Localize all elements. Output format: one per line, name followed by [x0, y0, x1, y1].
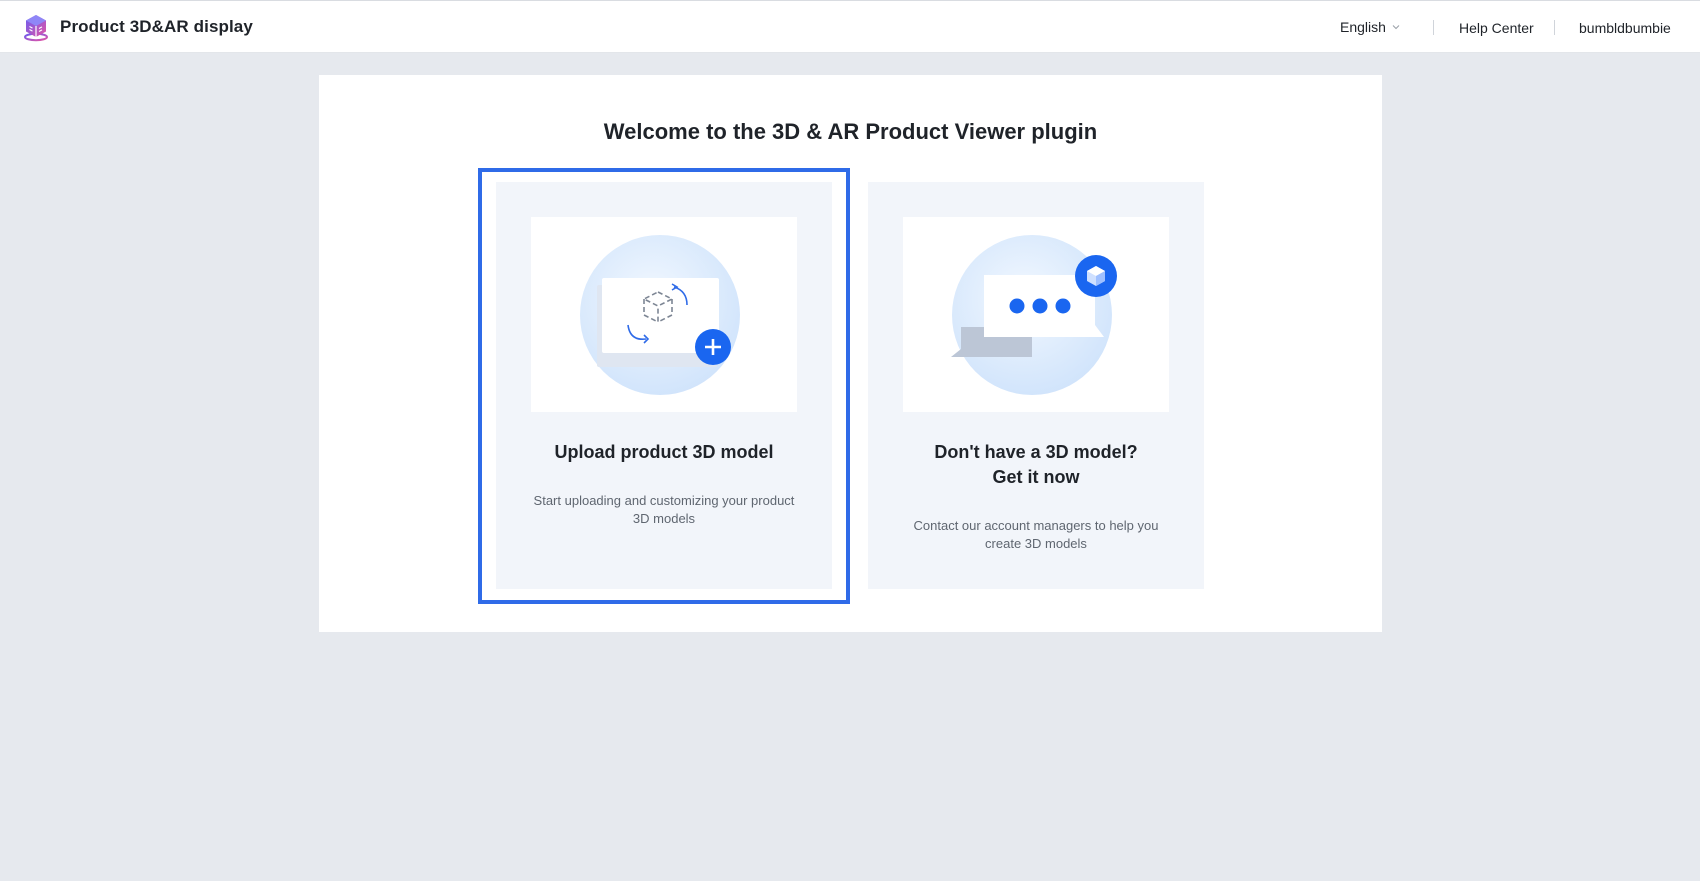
- get-3d-model-card[interactable]: Don't have a 3D model? Get it now Contac…: [868, 182, 1204, 589]
- chat-3d-model-illustration: [903, 217, 1169, 412]
- page-title: Welcome to the 3D & AR Product Viewer pl…: [603, 119, 1098, 144]
- app-title: Product 3D&AR display: [60, 17, 253, 36]
- language-label: English: [1340, 19, 1386, 35]
- cube-logo-icon: [24, 15, 48, 42]
- help-center-link[interactable]: Help Center: [1459, 20, 1534, 36]
- get-model-card-description: Contact our account managers to help you…: [913, 518, 1159, 551]
- get-model-title-line2: Get it now: [992, 467, 1080, 487]
- divider: [1554, 20, 1555, 35]
- top-bar: Product 3D&AR display English Help Cente…: [0, 0, 1700, 53]
- upload-3d-model-illustration: [531, 217, 797, 412]
- welcome-panel: Welcome to the 3D & AR Product Viewer pl…: [319, 75, 1382, 632]
- chevron-down-icon: [1392, 25, 1400, 30]
- upload-card-title: Upload product 3D model: [554, 442, 774, 462]
- brand[interactable]: Product 3D&AR display: [21, 12, 253, 42]
- get-model-title-line1: Don't have a 3D model?: [934, 442, 1138, 462]
- get-model-card-title: Don't have a 3D model? Get it now: [868, 440, 1204, 490]
- language-selector[interactable]: English: [1340, 19, 1400, 35]
- upload-card-description: Start uploading and customizing your pro…: [533, 493, 795, 526]
- upload-3d-model-card[interactable]: Upload product 3D model Start uploading …: [496, 182, 832, 589]
- divider: [1433, 20, 1434, 35]
- user-account-menu[interactable]: bumbldbumbie: [1579, 20, 1671, 36]
